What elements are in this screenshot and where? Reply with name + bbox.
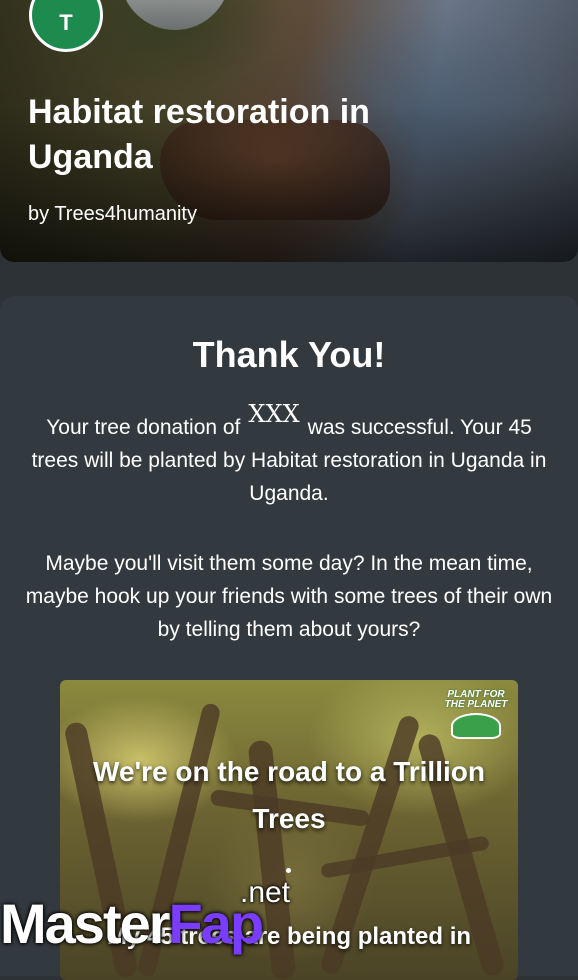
banner-title: We're on the road to a Trillion Trees [93, 756, 485, 834]
donation-amount: XXX [248, 400, 300, 428]
donation-message: Your tree donation of XXX was successful. … [22, 400, 556, 510]
donation-text-before: Your tree donation of [46, 416, 241, 439]
banner-dot [286, 868, 291, 873]
project-hero: T Habitat restoration in Uganda by Trees… [0, 0, 578, 262]
organization-byline[interactable]: by Trees4humanity [28, 200, 197, 228]
trillion-trees-banner[interactable]: PLANT FOR THE PLANET We're on the road t… [60, 680, 518, 980]
share-message: Maybe you'll visit them some day? In the… [25, 552, 553, 641]
logo-text: PLANT FOR THE PLANET [444, 689, 508, 710]
project-title: Habitat restoration in Uganda [28, 93, 370, 176]
tree-icon [451, 713, 501, 739]
plant-for-the-planet-logo: PLANT FOR THE PLANET [444, 690, 508, 756]
avatar-initial: T [59, 10, 73, 35]
thank-you-heading: Thank You! [192, 334, 386, 375]
banner-subtitle: My 45 trees are being planted in [106, 923, 472, 950]
